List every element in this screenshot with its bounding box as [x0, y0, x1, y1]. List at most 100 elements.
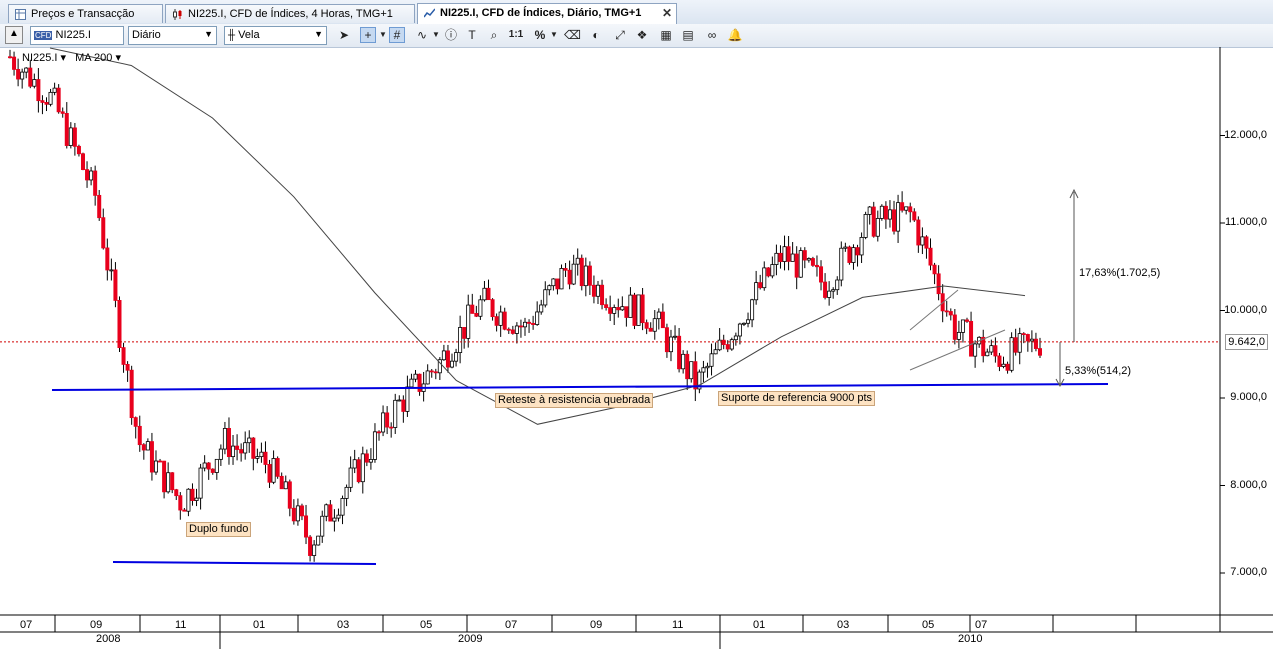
- candle-body: [948, 311, 953, 316]
- candle-body: [689, 361, 694, 380]
- export-icon[interactable]: ▤: [680, 27, 696, 43]
- candle-body: [612, 307, 617, 314]
- candle-body: [932, 264, 937, 275]
- candle-body: [255, 456, 260, 459]
- candle-body: [887, 209, 892, 220]
- candle-chart-icon: ╫: [228, 30, 236, 41]
- candle-body: [97, 194, 102, 219]
- y-tick-label: 9.000,0: [1230, 391, 1267, 403]
- tab-ni225-daily[interactable]: NI225.I, CFD de Índices, Diário, TMG+1 ✕: [417, 3, 677, 24]
- tab-label: NI225.I, CFD de Índices, Diário, TMG+1: [440, 7, 642, 19]
- candle-body: [117, 300, 122, 349]
- y-tick-label: 12.000,0: [1224, 128, 1267, 141]
- palette-icon[interactable]: ◐: [588, 27, 604, 43]
- legend-symbol[interactable]: NI225.I ▾: [22, 52, 66, 64]
- y-tick-label: 10.000,0: [1224, 303, 1267, 316]
- candle-body: [535, 311, 540, 325]
- candle-body: [823, 281, 828, 298]
- candle-body: [145, 441, 150, 451]
- zoom-reset-button[interactable]: 1:1: [508, 27, 524, 43]
- candle-body: [579, 257, 584, 287]
- candle-body: [523, 321, 528, 328]
- link-icon[interactable]: ∞: [704, 27, 720, 43]
- templates-icon[interactable]: ▦: [658, 27, 674, 43]
- zoom-icon[interactable]: ⌕: [486, 27, 502, 43]
- candle-body: [125, 364, 130, 371]
- candle-body: [113, 269, 118, 301]
- symbol-value: NI225.I: [55, 29, 91, 41]
- candle-body: [405, 386, 410, 412]
- candle-body: [166, 472, 171, 493]
- support-line-double-bottom: [112, 561, 377, 565]
- candle-body: [960, 319, 965, 333]
- candle-body: [85, 169, 90, 181]
- alert-bell-icon[interactable]: 🔔: [727, 27, 743, 43]
- candle-body: [474, 313, 479, 317]
- objects-icon[interactable]: ❖: [634, 27, 650, 43]
- candle-body: [819, 266, 824, 283]
- candle-body: [725, 344, 730, 350]
- candle-body: [76, 145, 81, 155]
- candle-body: [328, 504, 333, 522]
- candle-body: [563, 268, 568, 271]
- candle-body: [178, 495, 183, 511]
- candle-body: [149, 441, 154, 473]
- eraser-icon[interactable]: ⌫: [564, 27, 581, 43]
- measure-down-label: 5,33%(514,2): [1065, 365, 1132, 377]
- annotation-double-bottom[interactable]: Duplo fundo: [186, 522, 252, 537]
- candle-body: [912, 211, 917, 221]
- candle-body: [12, 56, 17, 70]
- period-select[interactable]: Diário ▼: [128, 26, 217, 45]
- candle-body: [875, 218, 880, 237]
- candle-body: [186, 488, 191, 512]
- text-tool-icon[interactable]: T: [464, 27, 480, 43]
- candle-body: [920, 236, 925, 246]
- x-month-label: 11: [175, 619, 187, 631]
- x-month-label: 07: [505, 619, 518, 631]
- candle-body: [1017, 333, 1022, 353]
- candle-body: [60, 111, 65, 114]
- candle-body: [466, 304, 471, 339]
- price-chart[interactable]: [0, 47, 1273, 649]
- candle-body: [721, 339, 726, 345]
- candle-body: [259, 451, 264, 458]
- annotation-support[interactable]: Suporte de referencia 9000 pts: [718, 391, 876, 406]
- candle-body: [685, 353, 690, 380]
- candle-body: [291, 507, 296, 522]
- tab-prices-and-trading[interactable]: Preços e Transacção: [8, 4, 163, 23]
- crosshair-icon[interactable]: +: [360, 27, 376, 43]
- chevron-down-icon[interactable]: ▼: [546, 27, 562, 43]
- grid-toggle-icon[interactable]: #: [389, 27, 405, 43]
- x-month-label: 11: [672, 619, 684, 631]
- candle-body: [458, 327, 463, 353]
- info-icon[interactable]: ⓘ: [443, 27, 459, 43]
- measure-up-label: 17,63%(1.702,5): [1079, 267, 1161, 279]
- candle-body: [997, 355, 1002, 367]
- close-icon[interactable]: ✕: [662, 6, 672, 20]
- candle-body: [705, 365, 710, 369]
- candle-body: [332, 517, 337, 522]
- legend-ma[interactable]: MA 200 ▾: [75, 52, 121, 64]
- chevron-down-icon[interactable]: ▼: [428, 27, 444, 43]
- candle-body: [595, 284, 600, 297]
- resize-arrows-icon[interactable]: ⤢: [612, 27, 628, 43]
- candle-body: [24, 67, 29, 73]
- candle-body: [214, 458, 219, 473]
- symbol-selector[interactable]: CFD NI225.I: [30, 26, 124, 45]
- candle-body: [908, 206, 913, 213]
- candle-body: [1005, 363, 1010, 371]
- candle-body: [851, 247, 856, 263]
- candle-body: [668, 336, 673, 353]
- cursor-arrow-icon[interactable]: ➤: [336, 27, 352, 43]
- candle-body: [133, 417, 138, 427]
- tab-ni225-4h[interactable]: NI225.I, CFD de Índices, 4 Horas, TMG+1: [165, 4, 415, 23]
- chart-type-select[interactable]: ╫ Vela ▼: [224, 26, 327, 45]
- annotation-retest[interactable]: Reteste à resistencia quebrada: [495, 393, 654, 408]
- candle-body: [235, 445, 240, 450]
- collapse-up-icon[interactable]: ▲: [5, 26, 23, 44]
- candle-body: [324, 504, 329, 517]
- tab-label: Preços e Transacção: [31, 8, 135, 20]
- candle-body: [482, 287, 487, 301]
- candle-body: [162, 460, 167, 493]
- candle-body: [381, 412, 386, 433]
